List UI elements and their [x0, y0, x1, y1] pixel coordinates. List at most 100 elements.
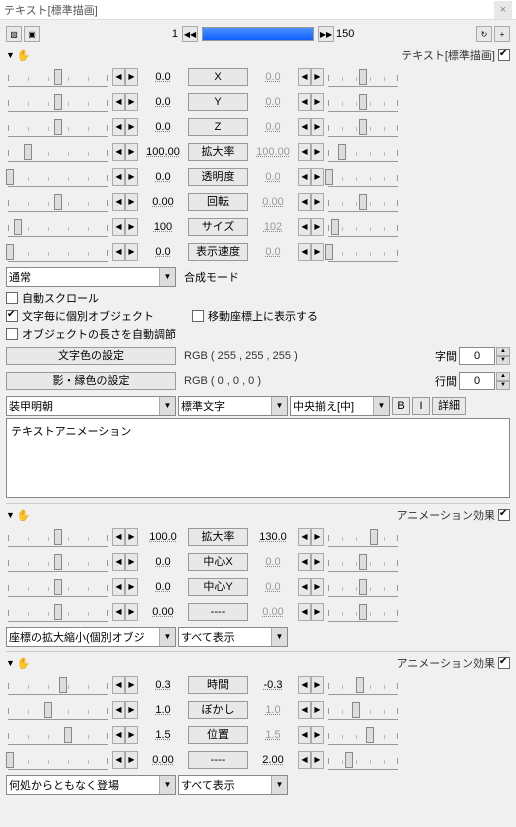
- param-name-button[interactable]: Z: [188, 118, 248, 136]
- stepper[interactable]: ◀▶: [298, 528, 324, 546]
- param-slider[interactable]: [8, 700, 108, 720]
- param-value-left[interactable]: 0.0: [140, 556, 186, 568]
- param-slider[interactable]: [328, 725, 398, 745]
- stepper[interactable]: ◀▶: [112, 193, 138, 211]
- param-value-right[interactable]: 100.00: [250, 146, 296, 158]
- param-slider[interactable]: [328, 117, 398, 137]
- stepper[interactable]: ◀▶: [298, 726, 324, 744]
- chk-auto-len[interactable]: [6, 328, 18, 340]
- char-type-combo[interactable]: 標準文字▼: [178, 396, 288, 416]
- param-slider[interactable]: [328, 242, 398, 262]
- stepper[interactable]: ◀▶: [112, 68, 138, 86]
- stepper[interactable]: ◀▶: [112, 701, 138, 719]
- param-slider[interactable]: [8, 527, 108, 547]
- refresh-icon[interactable]: ↻: [476, 26, 492, 42]
- show-combo-2[interactable]: すべて表示▼: [178, 627, 288, 647]
- section-1-enable[interactable]: [498, 49, 510, 61]
- param-value-right[interactable]: 0.0: [250, 96, 296, 108]
- section-3-header[interactable]: ▼ ✋ アニメーション効果: [6, 654, 510, 672]
- param-name-button[interactable]: 回転: [188, 193, 248, 211]
- stepper[interactable]: ◀▶: [298, 193, 324, 211]
- param-name-button[interactable]: ----: [188, 751, 248, 769]
- section-3-enable[interactable]: [498, 657, 510, 669]
- stepper[interactable]: ◀▶: [112, 578, 138, 596]
- chk-on-move[interactable]: [192, 310, 204, 322]
- line-spinner[interactable]: ▲▼: [459, 372, 510, 390]
- param-value-left[interactable]: 0.0: [140, 96, 186, 108]
- param-slider[interactable]: [8, 92, 108, 112]
- param-value-left[interactable]: 1.0: [140, 704, 186, 716]
- param-value-right[interactable]: -0.3: [250, 679, 296, 691]
- italic-button[interactable]: I: [412, 397, 430, 415]
- param-slider[interactable]: [328, 92, 398, 112]
- align-combo[interactable]: 中央揃え[中]▼: [290, 396, 390, 416]
- stepper[interactable]: ◀▶: [298, 676, 324, 694]
- stepper[interactable]: ◀▶: [298, 553, 324, 571]
- effect-combo-2[interactable]: 座標の拡大縮小(個別オブジ▼: [6, 627, 176, 647]
- stepper[interactable]: ◀▶: [298, 93, 324, 111]
- param-value-left[interactable]: 0.0: [140, 71, 186, 83]
- param-value-left[interactable]: 0.3: [140, 679, 186, 691]
- param-value-left[interactable]: 0.0: [140, 121, 186, 133]
- stepper[interactable]: ◀▶: [112, 528, 138, 546]
- param-name-button[interactable]: 拡大率: [188, 528, 248, 546]
- param-value-right[interactable]: 0.0: [250, 171, 296, 183]
- effect-combo-3[interactable]: 何処からともなく登場▼: [6, 775, 176, 795]
- param-slider[interactable]: [328, 217, 398, 237]
- param-value-left[interactable]: 0.0: [140, 581, 186, 593]
- param-name-button[interactable]: サイズ: [188, 218, 248, 236]
- section-2-enable[interactable]: [498, 509, 510, 521]
- frame-start[interactable]: 1: [154, 28, 180, 40]
- param-slider[interactable]: [328, 142, 398, 162]
- param-slider[interactable]: [328, 67, 398, 87]
- param-slider[interactable]: [328, 167, 398, 187]
- param-name-button[interactable]: X: [188, 68, 248, 86]
- timeline-slider[interactable]: [202, 27, 314, 41]
- spacing-spinner[interactable]: ▲▼: [459, 347, 510, 365]
- param-value-right[interactable]: 2.00: [250, 754, 296, 766]
- param-value-left[interactable]: 0.00: [140, 754, 186, 766]
- param-slider[interactable]: [8, 242, 108, 262]
- param-slider[interactable]: [8, 167, 108, 187]
- param-value-left[interactable]: 100.0: [140, 531, 186, 543]
- stepper[interactable]: ◀▶: [112, 93, 138, 111]
- param-slider[interactable]: [8, 675, 108, 695]
- param-name-button[interactable]: 時間: [188, 676, 248, 694]
- param-slider[interactable]: [8, 602, 108, 622]
- param-name-button[interactable]: Y: [188, 93, 248, 111]
- param-value-right[interactable]: 1.0: [250, 704, 296, 716]
- param-slider[interactable]: [8, 217, 108, 237]
- stepper[interactable]: ◀▶: [112, 143, 138, 161]
- param-value-right[interactable]: 0.0: [250, 556, 296, 568]
- add-icon[interactable]: +: [494, 26, 510, 42]
- param-name-button[interactable]: ぼかし: [188, 701, 248, 719]
- text-color-button[interactable]: 文字色の設定: [6, 347, 176, 365]
- param-value-right[interactable]: 0.00: [250, 606, 296, 618]
- param-slider[interactable]: [328, 602, 398, 622]
- param-value-right[interactable]: 0.0: [250, 246, 296, 258]
- param-value-left[interactable]: 100.00: [140, 146, 186, 158]
- stepper[interactable]: ◀▶: [298, 578, 324, 596]
- tool-icon-2[interactable]: ▣: [24, 26, 40, 42]
- param-value-right[interactable]: 0.0: [250, 121, 296, 133]
- param-slider[interactable]: [8, 142, 108, 162]
- param-slider[interactable]: [328, 700, 398, 720]
- param-slider[interactable]: [8, 552, 108, 572]
- param-value-right[interactable]: 0.0: [250, 581, 296, 593]
- stepper[interactable]: ◀▶: [112, 553, 138, 571]
- stepper[interactable]: ◀▶: [112, 676, 138, 694]
- chk-auto-scroll[interactable]: [6, 292, 18, 304]
- param-slider[interactable]: [328, 527, 398, 547]
- param-slider[interactable]: [328, 552, 398, 572]
- detail-button[interactable]: 詳細: [432, 397, 466, 415]
- chk-per-char[interactable]: [6, 310, 18, 322]
- param-slider[interactable]: [328, 750, 398, 770]
- param-name-button[interactable]: 中心Y: [188, 578, 248, 596]
- param-value-right[interactable]: 0.0: [250, 71, 296, 83]
- stepper[interactable]: ◀▶: [298, 701, 324, 719]
- param-slider[interactable]: [8, 725, 108, 745]
- param-value-left[interactable]: 0.00: [140, 606, 186, 618]
- stepper[interactable]: ◀▶: [298, 143, 324, 161]
- param-slider[interactable]: [8, 577, 108, 597]
- seek-end-icon[interactable]: ▶▶: [318, 26, 334, 42]
